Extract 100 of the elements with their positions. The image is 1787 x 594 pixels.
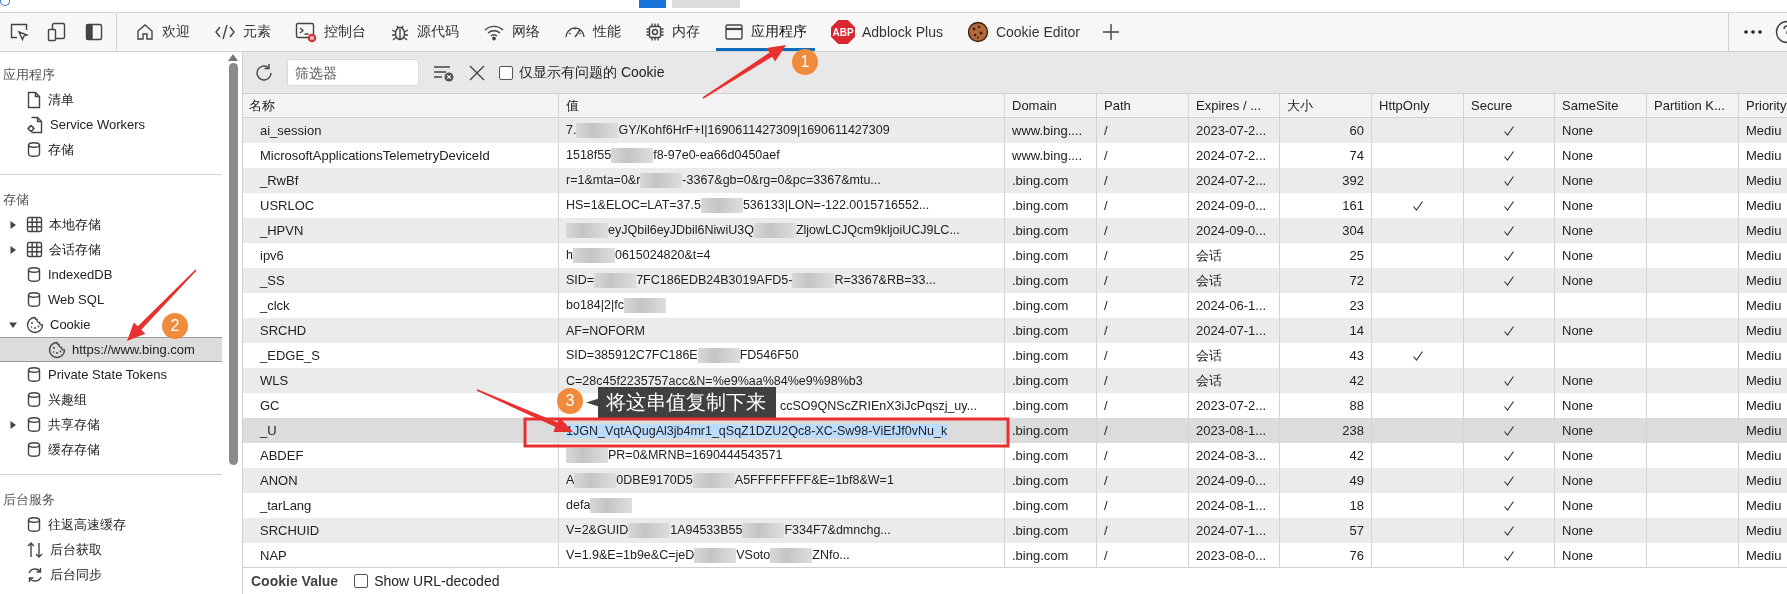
column-header[interactable]: Secure (1471, 98, 1513, 113)
column-header[interactable]: 大小 (1287, 96, 1313, 115)
inspect-icon (9, 22, 29, 42)
tree-item[interactable]: 后台同步 (0, 562, 108, 587)
table-cell: 25 (1349, 248, 1364, 263)
table-cell: None (1562, 423, 1594, 438)
grid-icon (26, 216, 43, 233)
tree-item[interactable]: https://www.bing.com (0, 337, 222, 362)
table-cell: 2024-09-0... (1196, 198, 1267, 213)
wifi-icon (483, 23, 505, 41)
checkbox[interactable] (354, 574, 369, 588)
table-cell: .bing.com (1012, 173, 1069, 188)
tree-item[interactable]: 后台获取 (0, 537, 108, 562)
table-cell: HS=1&ELOC=LAT=37.5 536133|LON=-122.0015716552... (566, 197, 930, 214)
tab[interactable]: Cookie Editor (958, 13, 1088, 51)
column-header[interactable]: Partition K... (1654, 98, 1725, 113)
section-title: 存储 (2, 190, 30, 209)
grid-icon (26, 241, 43, 258)
table-row[interactable]: _RwBf r=1&mta=0&r -3367&gb=0&rg=0&pc=3367&mtu... .bing.com / 2024-07-2... 392 None Mediu (243, 168, 1787, 193)
table-row[interactable]: _U 1JGN_VqtAQugAl3jb4mr1_qSqZ1DZU2Qc8-XC-Sw98-ViEfJf0vNu_k .bing.com / 2023-08-1... 238 None Mediu (243, 418, 1787, 443)
table-cell: 2024-07-2... (1196, 173, 1267, 188)
tree-item[interactable]: Web SQL (0, 287, 111, 312)
tree-item[interactable]: 兴趣组 (0, 387, 93, 412)
tab[interactable]: 欢迎 (127, 13, 198, 51)
table-cell: _U (260, 423, 277, 438)
tab[interactable]: 网络 (475, 13, 548, 51)
table-row[interactable]: NAP V=1.9&E=1b9e&C=jeD VSoto ZNfo... .bing.com / 2023-08-0... 76 None Mediu (243, 543, 1787, 567)
table-row[interactable]: ANON A 0DBE9170D5 A5FFFFFFFF&E=1bf8&W=1 .bing.com / 2024-09-0... 49 None Mediu (243, 468, 1787, 493)
cookie-icon (26, 315, 44, 334)
table-cell: / (1104, 223, 1108, 238)
column-header[interactable]: Domain (1012, 98, 1057, 113)
table-cell: .bing.com (1012, 498, 1069, 513)
table-row[interactable]: SRCHUID V=2&GUID 1A94533B55 F334F7&dmnchg... .bing.com / 2024-07-1... 57 None Mediu (243, 518, 1787, 543)
table-row[interactable]: WLS C=28c45f2235757acc&N=%e9%aa%84%e9%98%b3 .bing.com / 会话 42 None Mediu (243, 368, 1787, 393)
table-row[interactable]: _HPVN eyJQbil6eyJDbil6NiwiU3Q ZljowLCJQcm9kljoiUCJ9LC... .bing.com / 2024-09-0... 304 None Mediu (243, 218, 1787, 243)
tree-item[interactable]: 存储 (0, 137, 80, 162)
tab[interactable]: 元素 (206, 13, 279, 51)
table-cell: .bing.com (1012, 398, 1069, 413)
table-cell: 76 (1349, 548, 1364, 563)
help-icon (1775, 20, 1787, 44)
table-cell: / (1104, 198, 1108, 213)
table-cell: / (1104, 398, 1108, 413)
filter-field[interactable]: 筛选器 (287, 59, 419, 86)
tab[interactable]: ABP Adblock Plus (823, 13, 951, 51)
tree-item[interactable]: 往返高速缓存 (0, 512, 132, 537)
tree-item[interactable]: 缓存存储 (0, 437, 106, 462)
table-row[interactable]: SRCHD AF=NOFORM .bing.com / 2024-07-1... 14 None Mediu (243, 318, 1787, 343)
column-header[interactable]: Expires / ... (1196, 98, 1262, 113)
database-icon (26, 266, 42, 283)
tree-item[interactable]: 共享存储 (0, 412, 106, 437)
column-header[interactable]: Priority (1746, 98, 1787, 113)
sync-icon (26, 565, 44, 584)
table-cell: None (1562, 523, 1594, 538)
tree-item[interactable]: Private State Tokens (0, 362, 173, 387)
tree-item[interactable]: 清单 (0, 87, 80, 112)
table-cell: 72 (1349, 273, 1364, 288)
column-header[interactable]: Path (1104, 98, 1131, 113)
tree-item[interactable]: IndexedDB (0, 262, 119, 287)
tree-item[interactable]: Cookie (0, 312, 97, 337)
table-cell: h 0615024820&t=4 (566, 247, 711, 264)
table-cell: .bing.com (1012, 273, 1069, 288)
tab[interactable]: 内存 (637, 13, 708, 51)
table-row[interactable]: ai_session 7. GY/Kohf6HrF+I|1690611427309|1690611427309 www.bing.... / 2023-07-2... 60 None Mediu (243, 118, 1787, 143)
table-cell: 43 (1349, 348, 1364, 363)
table-cell: defa (566, 497, 633, 514)
tab[interactable]: 源代码 (382, 13, 467, 51)
checkbox[interactable] (499, 65, 513, 80)
table-cell: _clck (260, 298, 290, 313)
column-header[interactable]: SameSite (1562, 98, 1619, 113)
tree-item[interactable]: 本地存储 (0, 212, 107, 237)
table-cell: .bing.com (1012, 373, 1069, 388)
tab[interactable]: 性能 (556, 13, 629, 51)
table-cell: 2023-07-2... (1196, 123, 1267, 138)
tab[interactable]: 控制台 (287, 13, 374, 51)
table-cell: Mediu (1746, 473, 1782, 488)
table-cell: 2024-07-1... (1196, 323, 1267, 338)
table-row[interactable]: _SS SID= 7FC186EDB24B3019AFD5- R=3367&RB=33... .bing.com / 会话 72 None Mediu (243, 268, 1787, 293)
table-cell: 7. GY/Kohf6HrF+I|1690611427309|1690611427309 (566, 122, 890, 139)
table-cell: Mediu (1746, 548, 1782, 563)
close-icon (469, 64, 485, 81)
table-cell: 392 (1342, 173, 1364, 188)
table-cell: None (1562, 323, 1594, 338)
table-cell: 会话 (1196, 371, 1222, 390)
column-header[interactable]: HttpOnly (1379, 98, 1430, 113)
column-header[interactable]: 值 (566, 96, 579, 115)
table-cell: _tarLang (260, 498, 312, 513)
table-cell: NAP (260, 548, 287, 563)
table-cell: None (1562, 198, 1594, 213)
table-cell: 161 (1342, 198, 1364, 213)
table-cell: 1JGN_VqtAQugAl3jb4mr1_qSqZ1DZU2Qc8-XC-Sw98-ViEfJf0vNu_k (566, 423, 948, 438)
section-title: 后台服务 (2, 490, 56, 509)
table-cell: None (1562, 473, 1594, 488)
window-fragment (639, 0, 666, 8)
abp-logo: ABP (831, 20, 855, 44)
table-cell: V=1.9&E=1b9e&C=jeD VSoto ZNfo... (566, 547, 850, 564)
column-header[interactable]: 名称 (249, 96, 275, 115)
table-cell: WLS (260, 373, 289, 388)
tree-item[interactable]: Service Workers (0, 112, 152, 137)
tree-item[interactable]: 会话存储 (0, 237, 107, 262)
table-cell: PR=0&MRNB=1690444543571 (566, 447, 783, 464)
